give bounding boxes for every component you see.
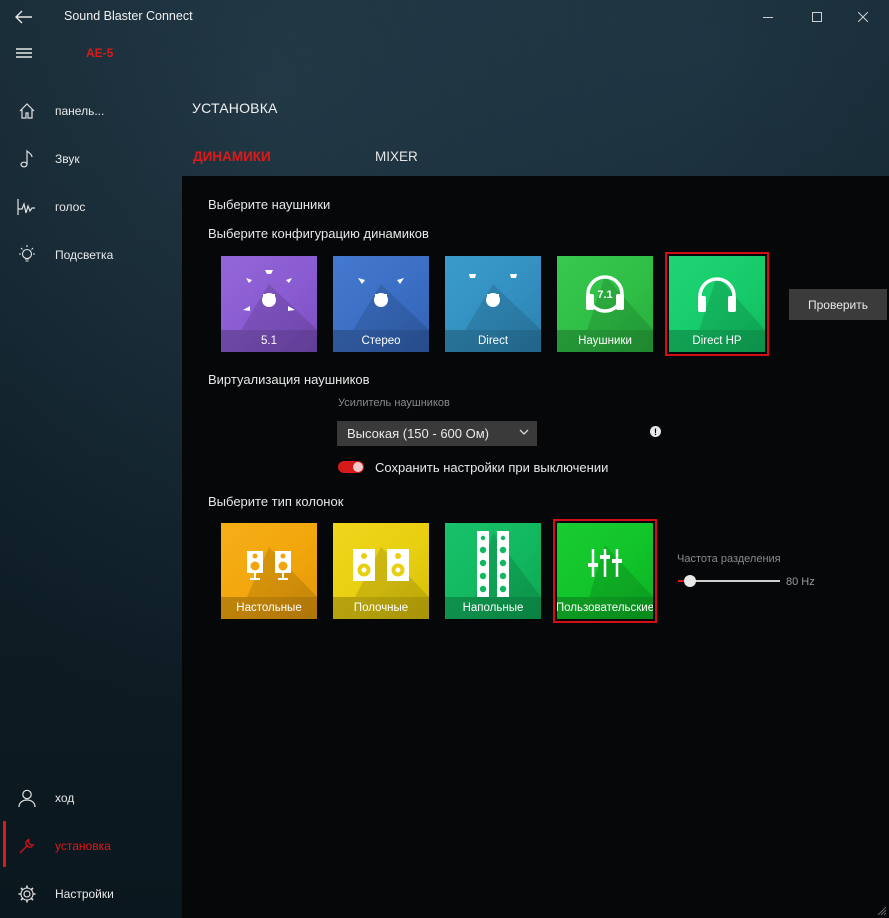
sidebar-item-label: Звук (55, 152, 80, 166)
headphones-7-1-icon: 7.1 (586, 275, 653, 330)
sidebar-item-dashboard[interactable]: панель... (0, 91, 182, 131)
sidebar-item-label: установка (55, 839, 111, 853)
crossover-value: 80 Hz (786, 576, 815, 588)
voice-wave-icon (16, 196, 38, 218)
hamburger-icon (16, 48, 32, 58)
title-bar: Sound Blaster Connect (0, 0, 889, 34)
bookshelf-speakers-icon (353, 547, 429, 597)
type-tile-bookshelf[interactable]: Полочные (333, 523, 429, 619)
config-tile-stereo[interactable]: Стерео (333, 256, 429, 352)
type-tile-desktop[interactable]: Настольные (221, 523, 317, 619)
device-name: AE-5 (86, 46, 114, 60)
toggle-knob (353, 462, 363, 472)
save-settings-label: Сохранить настройки при выключении (375, 460, 609, 475)
tile-label: Настольные (221, 597, 317, 619)
user-icon (16, 787, 38, 809)
config-tile-5-1[interactable]: 5.1 (221, 256, 317, 352)
info-icon[interactable]: ! (650, 426, 661, 437)
active-indicator (3, 821, 6, 867)
hamburger-menu-button[interactable] (12, 43, 36, 63)
amp-select[interactable]: Высокая (150 - 600 Ом) (337, 421, 537, 446)
tile-label: Пользовательские (557, 597, 653, 619)
wrench-icon (16, 835, 38, 857)
maximize-icon (812, 12, 822, 22)
page-title: УСТАНОВКА (192, 100, 278, 116)
sidebar-item-label: голос (55, 200, 86, 214)
maximize-button[interactable] (802, 6, 832, 28)
save-settings-toggle[interactable] (338, 461, 364, 473)
surround-5-1-icon (241, 270, 317, 330)
home-icon (16, 100, 38, 122)
direct-icon (465, 274, 541, 330)
floor-speakers-icon (475, 531, 541, 597)
back-arrow-icon (15, 10, 32, 24)
chevron-down-icon (519, 429, 529, 435)
type-tile-custom[interactable]: Пользовательские (553, 519, 657, 623)
type-tile-floor[interactable]: Напольные (445, 523, 541, 619)
sidebar-item-settings[interactable]: Настройки (0, 874, 182, 914)
tab-mixer[interactable]: MIXER (375, 149, 418, 164)
close-button[interactable] (848, 6, 878, 28)
choose-speaker-config-label: Выберите конфигурацию динамиков (208, 226, 429, 241)
amp-label: Усилитель наушников (338, 397, 450, 409)
lightbulb-icon (16, 244, 38, 266)
sidebar-item-label: панель... (55, 104, 105, 118)
config-tile-direct-hp[interactable]: Direct HP (665, 252, 769, 356)
equalizer-sliders-icon (588, 545, 653, 597)
headphones-icon (698, 276, 765, 330)
desktop-speakers-icon (247, 547, 317, 597)
tile-label: 5.1 (221, 330, 317, 352)
tile-label: Direct (445, 330, 541, 352)
stereo-icon (353, 278, 429, 330)
minimize-icon (763, 17, 773, 18)
sidebar-item-lighting[interactable]: Подсветка (0, 235, 182, 275)
test-button[interactable]: Проверить (789, 289, 887, 320)
music-note-icon (16, 148, 38, 170)
virtualization-title: Виртуализация наушников (208, 372, 370, 387)
crossover-label: Частота разделения (677, 553, 781, 565)
main-header: УСТАНОВКА ДИНАМИКИ MIXER (182, 86, 889, 176)
sidebar-item-label: Настройки (55, 887, 114, 901)
choose-speaker-type-label: Выберите тип колонок (208, 494, 344, 509)
sidebar-item-voice[interactable]: голос (0, 187, 182, 227)
gear-icon (16, 883, 38, 905)
tile-label: Direct HP (669, 330, 765, 352)
app-title: Sound Blaster Connect (64, 9, 193, 23)
sidebar-item-setup[interactable]: установка (0, 826, 182, 866)
amp-select-value: Высокая (150 - 600 Ом) (347, 426, 489, 441)
tile-label: Наушники (557, 330, 653, 352)
svg-text:7.1: 7.1 (597, 289, 612, 301)
tile-label: Полочные (333, 597, 429, 619)
sidebar-item-label: ход (55, 791, 75, 805)
sidebar-item-label: Подсветка (55, 248, 114, 262)
back-button[interactable] (10, 5, 38, 29)
sidebar-item-sound[interactable]: Звук (0, 139, 182, 179)
resize-grip-icon[interactable] (877, 906, 887, 916)
tile-label: Стерео (333, 330, 429, 352)
tab-speakers[interactable]: ДИНАМИКИ (193, 149, 271, 164)
sidebar-item-login[interactable]: ход (0, 778, 182, 818)
config-tile-direct[interactable]: Direct (445, 256, 541, 352)
sidebar: панель... Звук голос Подсветка ход устан… (0, 86, 182, 918)
close-icon (858, 12, 868, 22)
tile-label: Напольные (445, 597, 541, 619)
config-tile-headphones[interactable]: 7.1 Наушники (557, 256, 653, 352)
choose-headphones-label: Выберите наушники (208, 197, 331, 212)
minimize-button[interactable] (753, 6, 783, 28)
